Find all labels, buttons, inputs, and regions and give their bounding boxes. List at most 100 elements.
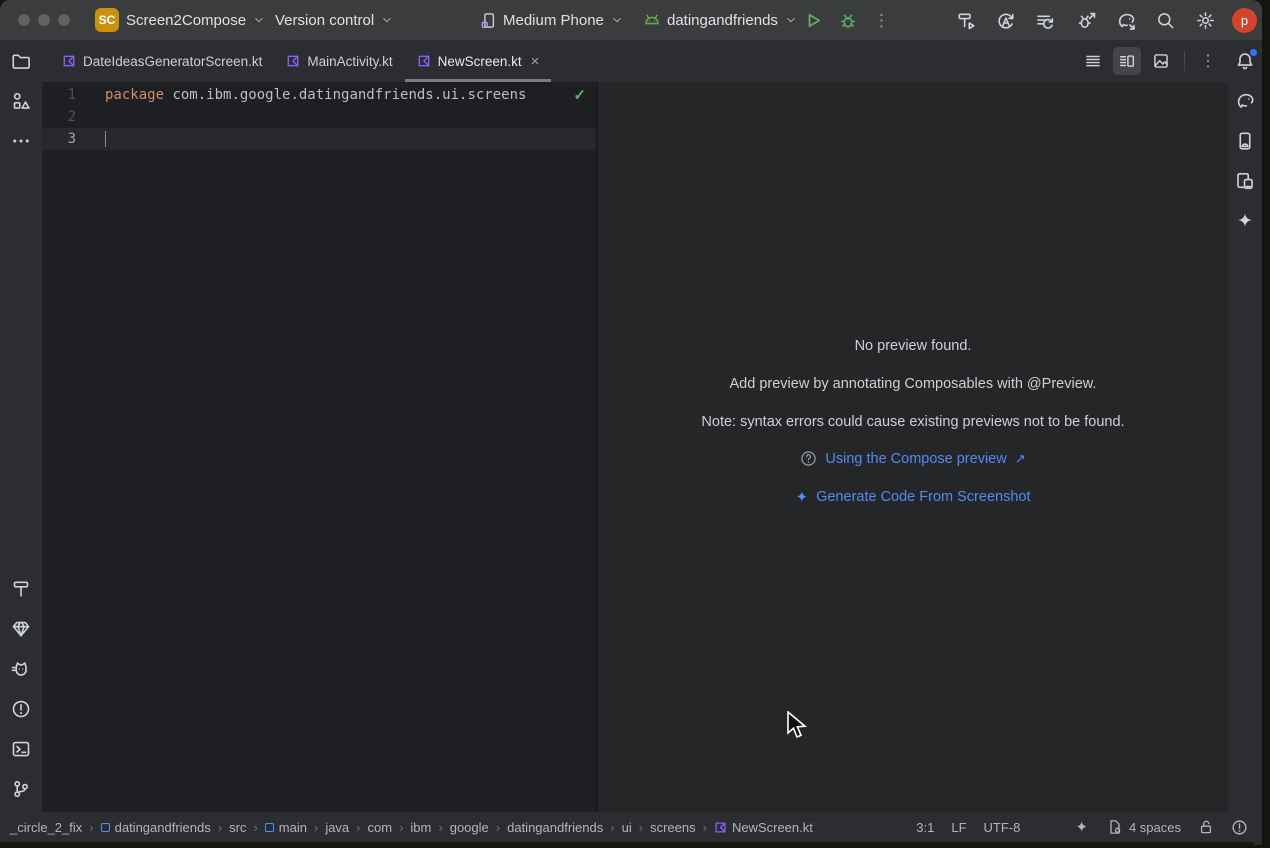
notifications-button[interactable] (1228, 44, 1262, 78)
compose-preview-panel: No preview found. Add preview by annotat… (598, 82, 1228, 812)
code-view-button[interactable] (1079, 47, 1107, 75)
close-tab-icon[interactable]: × (531, 53, 540, 70)
window-minimize-button[interactable] (38, 14, 50, 26)
line-separator-widget[interactable]: LF (951, 820, 966, 835)
preview-message-title: No preview found. (598, 338, 1228, 354)
android-icon (643, 11, 661, 29)
breadcrumb-chevron-icon: › (438, 820, 442, 835)
editor-view-mode-switcher: ⋮ (1079, 40, 1228, 82)
indent-widget[interactable]: 4 spaces (1107, 819, 1181, 835)
problems-status-widget[interactable] (1231, 819, 1248, 836)
user-avatar[interactable]: p (1232, 8, 1257, 33)
build-icon (11, 579, 31, 599)
breadcrumb-item[interactable]: google (450, 820, 489, 835)
app-quality-insights-button[interactable] (4, 612, 38, 646)
preview-message-note: Note: syntax errors could cause existing… (598, 414, 1228, 430)
line-number[interactable]: 1 (42, 87, 76, 103)
build-tool-window-button[interactable] (4, 572, 38, 606)
title-bar: SC Screen2Compose Version control Medium… (0, 0, 1262, 40)
status-bar: _circle_2_fix › datingandfriends › src ›… (0, 812, 1262, 842)
breadcrumb-item[interactable]: ui (622, 820, 632, 835)
running-devices-button[interactable] (1228, 164, 1262, 198)
breadcrumb-item[interactable]: datingandfriends (507, 820, 603, 835)
gemini-tool-window-button[interactable]: ✦ (1228, 204, 1262, 238)
device-selector[interactable]: Medium Phone (480, 0, 624, 40)
breadcrumb-item[interactable]: NewScreen.kt (714, 820, 813, 835)
profiler-icon (1077, 11, 1097, 31)
more-tool-windows-icon (11, 131, 31, 151)
code-text: com.ibm.google.datingandfriends.ui.scree… (164, 87, 526, 103)
search-icon (1156, 11, 1175, 30)
editor-line-1[interactable]: 1 package com.ibm.google.datingandfriend… (42, 84, 596, 106)
tab-dateideasgeneratorscreen[interactable]: DateIdeasGeneratorScreen.kt (50, 40, 274, 82)
breadcrumb-item[interactable]: java (325, 820, 349, 835)
breadcrumb-label: ui (622, 820, 632, 835)
apply-changes-icon (996, 11, 1016, 31)
split-view-button[interactable] (1113, 47, 1141, 75)
readonly-toggle[interactable] (1198, 819, 1214, 835)
structure-tool-window-button[interactable] (4, 84, 38, 118)
unlock-icon (1198, 819, 1214, 835)
split-view-icon (1118, 52, 1136, 70)
generate-code-link[interactable]: Generate Code From Screenshot (816, 489, 1030, 505)
search-everywhere-button[interactable] (1152, 7, 1179, 34)
run-button[interactable] (800, 7, 827, 34)
project-selector[interactable]: Screen2Compose (126, 0, 266, 40)
editor-line-2[interactable]: 2 (42, 106, 596, 128)
help-icon[interactable] (800, 450, 817, 467)
breadcrumb-item[interactable]: screens (650, 820, 696, 835)
external-link-icon: ↗ (1015, 451, 1026, 467)
code-view-icon (1084, 52, 1102, 70)
window-close-button[interactable] (18, 14, 30, 26)
encoding-widget[interactable]: UTF-8 (984, 820, 1021, 835)
project-tool-window-button[interactable] (4, 44, 38, 78)
tab-label: NewScreen.kt (438, 54, 522, 69)
line-number[interactable]: 3 (42, 131, 76, 147)
settings-button[interactable] (1192, 7, 1219, 34)
breadcrumb-chevron-icon: › (89, 820, 93, 835)
terminal-tool-window-button[interactable] (4, 732, 38, 766)
breadcrumb-chevron-icon: › (218, 820, 222, 835)
kotlin-file-icon (62, 54, 76, 68)
more-tool-windows-button[interactable] (4, 124, 38, 158)
editor-line-3[interactable]: 3 (42, 128, 596, 150)
compose-preview-docs-link[interactable]: Using the Compose preview (825, 451, 1006, 467)
version-control-tool-window-button[interactable] (4, 772, 38, 806)
code-editor[interactable]: 1 package com.ibm.google.datingandfriend… (42, 82, 596, 812)
version-control-menu[interactable]: Version control (275, 0, 394, 40)
window-zoom-button[interactable] (58, 14, 70, 26)
breadcrumb-item[interactable]: src (229, 820, 246, 835)
more-actions-button[interactable]: ⋮ (868, 7, 895, 34)
device-manager-button[interactable] (1228, 124, 1262, 158)
problems-tool-window-button[interactable] (4, 692, 38, 726)
debug-icon (839, 12, 857, 30)
gradle-tool-window-button[interactable] (1228, 84, 1262, 118)
cursor-position-widget[interactable]: 3:1 (916, 820, 934, 835)
profiler-button[interactable] (1073, 7, 1100, 34)
gemini-status-icon[interactable]: ✦ (1075, 818, 1088, 836)
apply-code-changes-button[interactable] (1031, 7, 1058, 34)
editor-more-options-button[interactable]: ⋮ (1194, 47, 1222, 75)
line-number[interactable]: 2 (42, 109, 76, 125)
problems-icon (1231, 819, 1248, 836)
breadcrumb-item[interactable]: ibm (410, 820, 431, 835)
breadcrumb-item[interactable]: _circle_2_fix (10, 820, 82, 835)
breadcrumb-item[interactable]: com (368, 820, 393, 835)
text-caret (105, 131, 106, 147)
debug-button[interactable] (834, 7, 861, 34)
apply-changes-button[interactable] (992, 7, 1019, 34)
inspection-status-icon[interactable]: ✓ (573, 86, 586, 104)
project-badge: SC (95, 8, 119, 32)
module-icon (101, 823, 110, 832)
build-run-configuration-button[interactable] (952, 7, 979, 34)
breadcrumb-item[interactable]: main (265, 820, 307, 835)
tab-newscreen[interactable]: NewScreen.kt × (405, 40, 552, 82)
run-configuration-selector[interactable]: datingandfriends (643, 0, 798, 40)
logcat-tool-window-button[interactable] (4, 652, 38, 686)
chevron-down-icon (252, 13, 266, 27)
design-view-button[interactable] (1147, 47, 1175, 75)
breadcrumb-item[interactable]: datingandfriends (101, 820, 211, 835)
divider (1184, 51, 1185, 71)
gradle-sync-button[interactable] (1112, 7, 1139, 34)
tab-mainactivity[interactable]: MainActivity.kt (274, 40, 404, 82)
